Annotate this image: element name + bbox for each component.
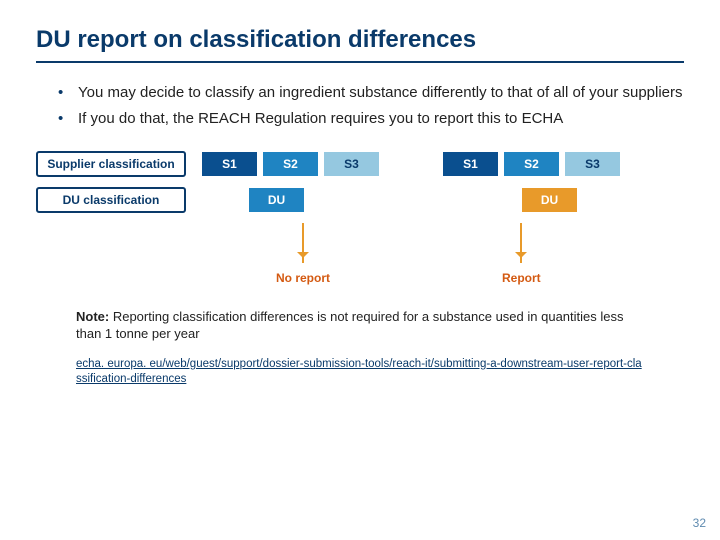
supplier-box: S3 [324, 152, 379, 176]
supplier-box: S3 [565, 152, 620, 176]
du-label: DU classification [36, 187, 186, 213]
supplier-box: S2 [263, 152, 318, 176]
outcome-report: Report [502, 223, 541, 285]
supplier-box: S2 [504, 152, 559, 176]
supplier-box: S1 [202, 152, 257, 176]
arrow-down-icon [302, 223, 304, 263]
bullet-item: If you do that, the REACH Regulation req… [58, 109, 684, 129]
arrow-down-icon [520, 223, 522, 263]
note-text: Note: Reporting classification differenc… [76, 309, 626, 343]
outcome-label: Report [502, 271, 541, 285]
supplier-box: S1 [443, 152, 498, 176]
slide: DU report on classification differences … [0, 0, 720, 540]
du-box: DU [249, 188, 304, 212]
note-label: Note: [76, 309, 109, 324]
du-box-diff: DU [522, 188, 577, 212]
note-body: Reporting classification differences is … [76, 309, 624, 341]
du-row: DU classification DU DU [36, 187, 684, 213]
supplier-group-right: S1 S2 S3 [443, 152, 620, 176]
outcome-label: No report [276, 271, 330, 285]
supplier-group-left: S1 S2 S3 [202, 152, 379, 176]
page-number: 32 [693, 516, 706, 530]
supplier-label: Supplier classification [36, 151, 186, 177]
classification-diagram: Supplier classification S1 S2 S3 S1 S2 S… [36, 151, 684, 285]
bullet-item: You may decide to classify an ingredient… [58, 83, 684, 103]
supplier-row: Supplier classification S1 S2 S3 S1 S2 S… [36, 151, 684, 177]
bullet-list: You may decide to classify an ingredient… [58, 83, 684, 130]
outcome-no-report: No report [276, 223, 330, 285]
slide-title: DU report on classification differences [36, 26, 684, 63]
reference-link[interactable]: echa. europa. eu/web/guest/support/dossi… [76, 357, 646, 387]
